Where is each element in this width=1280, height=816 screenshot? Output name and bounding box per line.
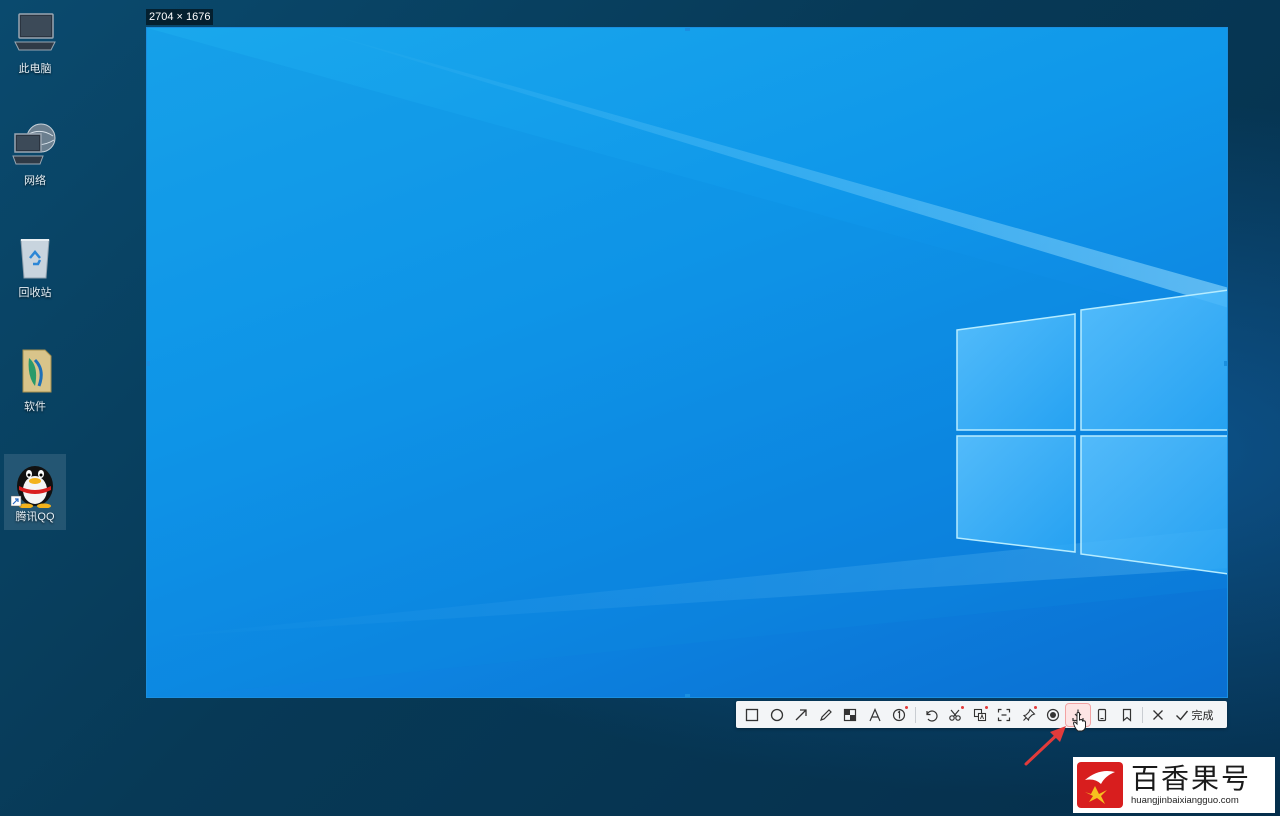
screenshot-toolbar: 完成 bbox=[736, 701, 1227, 728]
computer-icon bbox=[11, 8, 59, 56]
qq-penguin-icon bbox=[10, 456, 59, 509]
desktop-icon-label: 回收站 bbox=[18, 287, 52, 299]
checkmark-icon bbox=[1175, 710, 1188, 721]
desktop-icon-label: 网络 bbox=[24, 175, 46, 187]
windows-wallpaper-image bbox=[147, 28, 1227, 697]
text-icon bbox=[869, 707, 881, 721]
desktop-icon-label: 软件 bbox=[24, 401, 46, 413]
resize-handle-right[interactable] bbox=[1224, 361, 1227, 366]
ocr-icon bbox=[998, 708, 1011, 721]
ellipse-tool-button[interactable] bbox=[765, 704, 790, 726]
toolbar-separator bbox=[914, 706, 916, 723]
capture-selection-region[interactable] bbox=[146, 27, 1228, 698]
hand-cursor-icon bbox=[1072, 712, 1086, 732]
translate-icon bbox=[973, 708, 986, 721]
desktop-icon-this-pc[interactable]: 此电脑 bbox=[4, 8, 66, 76]
translate-button[interactable] bbox=[968, 704, 993, 726]
network-icon bbox=[11, 120, 59, 168]
recycle-bin-icon bbox=[11, 232, 59, 280]
long-screenshot-button[interactable] bbox=[943, 704, 968, 726]
resize-handle-bottom[interactable] bbox=[685, 694, 690, 697]
resize-handle-top[interactable] bbox=[685, 28, 690, 31]
undo-icon bbox=[926, 709, 938, 722]
bookmark-button[interactable] bbox=[1115, 704, 1140, 726]
done-button[interactable]: 完成 bbox=[1171, 704, 1218, 726]
pencil-tool-button[interactable] bbox=[814, 704, 839, 726]
mosaic-tool-button[interactable] bbox=[838, 704, 863, 726]
number-tool-button[interactable] bbox=[887, 704, 912, 726]
ellipse-icon bbox=[770, 708, 783, 721]
annotation-arrow bbox=[1024, 726, 1066, 766]
watermark-logo-icon bbox=[1075, 760, 1125, 810]
desktop-icon-software[interactable]: 软件 bbox=[4, 346, 66, 414]
close-icon bbox=[1153, 709, 1164, 720]
toolbar-separator bbox=[1142, 706, 1143, 723]
cancel-button[interactable] bbox=[1146, 704, 1171, 726]
mosaic-icon bbox=[844, 708, 857, 721]
undo-button[interactable] bbox=[919, 704, 944, 726]
rectangle-icon bbox=[746, 708, 759, 721]
desktop-icon-network[interactable]: 网络 bbox=[4, 120, 66, 188]
new-badge-dot bbox=[904, 705, 908, 709]
arrow-tool-button[interactable] bbox=[789, 704, 814, 726]
watermark-text: 百香果号 huangjinbaixiangguo.com bbox=[1131, 763, 1251, 807]
done-button-label: 完成 bbox=[1191, 709, 1214, 722]
arrow-icon bbox=[795, 708, 807, 720]
send-to-phone-button[interactable] bbox=[1090, 704, 1115, 726]
pencil-icon bbox=[819, 708, 832, 721]
bookmark-icon bbox=[1122, 708, 1131, 722]
new-badge-dot bbox=[1034, 705, 1037, 709]
ocr-button[interactable] bbox=[992, 704, 1017, 726]
selection-size-label: 2704 × 1676 bbox=[146, 9, 214, 25]
resize-handle-left[interactable] bbox=[147, 361, 150, 366]
new-badge-dot bbox=[985, 705, 988, 709]
watermark-title: 百香果号 bbox=[1131, 762, 1252, 795]
number-icon bbox=[893, 708, 906, 721]
scissors-icon bbox=[949, 709, 962, 721]
text-tool-button[interactable] bbox=[863, 704, 888, 726]
desktop-icon-label: 腾讯QQ bbox=[15, 511, 55, 523]
watermark-logo: 百香果号 huangjinbaixiangguo.com bbox=[1073, 757, 1275, 813]
watermark-url: huangjinbaixiangguo.com bbox=[1131, 795, 1239, 806]
new-badge-dot bbox=[960, 705, 964, 709]
phone-icon bbox=[1098, 708, 1107, 721]
folder-icon bbox=[11, 346, 59, 394]
desktop-icon-recycle-bin[interactable]: 回收站 bbox=[4, 232, 66, 300]
desktop-icon-qq[interactable]: 腾讯QQ bbox=[4, 454, 66, 530]
desktop-icon-label: 此电脑 bbox=[18, 63, 52, 75]
rectangle-tool-button[interactable] bbox=[740, 704, 765, 726]
